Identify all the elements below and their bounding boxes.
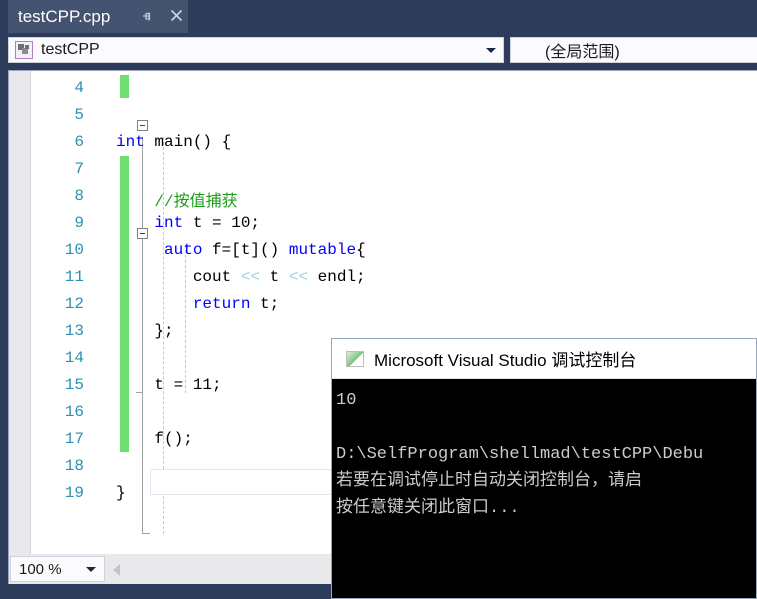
code-token: t = 10; — [183, 214, 261, 232]
code-line-text: auto f=[t]() mutable{ — [116, 241, 366, 259]
code-line-text: cout << t << endl; — [116, 268, 366, 286]
line-number: 18 — [64, 457, 84, 475]
close-icon[interactable] — [168, 7, 185, 24]
line-number: 14 — [64, 349, 84, 367]
code-token: }; — [116, 322, 174, 340]
code-line-text: //按值捕获 — [116, 187, 238, 211]
line-number: 13 — [64, 322, 84, 340]
editor-tab-strip: testCPP.cpp — [0, 0, 757, 33]
zoom-level-dropdown[interactable]: 100 % — [10, 556, 105, 582]
line-number: 12 — [64, 295, 84, 313]
console-line: D:\SelfProgram\shellmad\testCPP\Debu — [336, 445, 704, 464]
project-icon — [15, 41, 33, 59]
indicator-margin — [9, 71, 31, 554]
code-line[interactable]: 11 cout << t << endl; — [32, 264, 757, 291]
code-token: cout — [116, 268, 241, 286]
line-number: 5 — [74, 106, 84, 124]
line-number: 11 — [64, 268, 84, 286]
project-scope-dropdown[interactable]: testCPP — [8, 37, 504, 63]
code-line[interactable]: 9 int t = 10; — [32, 210, 757, 237]
code-line-text: } — [116, 484, 126, 502]
code-line-text: }; — [116, 322, 174, 340]
console-app-icon — [346, 350, 364, 367]
line-number: 15 — [64, 376, 84, 394]
console-title-bar: Microsoft Visual Studio 调试控制台 — [332, 339, 756, 379]
code-line[interactable]: 5 — [32, 102, 757, 129]
code-token: } — [116, 484, 126, 502]
member-scope-dropdown[interactable]: (全局范围) — [510, 37, 757, 63]
code-token: f(); — [116, 430, 193, 448]
code-line[interactable]: 10 auto f=[t]() mutable{ — [32, 237, 757, 264]
code-token: main() { — [144, 133, 232, 151]
code-line[interactable]: 6 int main() { — [32, 129, 757, 156]
member-scope-value: (全局范围) — [545, 44, 620, 61]
code-token: << — [240, 268, 261, 286]
line-number: 8 — [74, 187, 84, 205]
line-number: 10 — [64, 241, 84, 259]
debug-console-window[interactable]: Microsoft Visual Studio 调试控制台 10 D:\Self… — [331, 338, 757, 599]
zoom-level-value: 100 % — [19, 560, 62, 578]
code-line-text: t = 11; — [116, 376, 222, 394]
console-line: 10 — [336, 391, 357, 410]
pin-icon[interactable] — [140, 9, 155, 24]
console-title-text: Microsoft Visual Studio 调试控制台 — [374, 351, 637, 370]
line-number: 7 — [74, 160, 84, 178]
console-output: 10 D:\SelfProgram\shellmad\testCPP\Debu 若… — [332, 379, 756, 598]
code-token: t; — [250, 295, 280, 313]
code-token: << — [288, 268, 309, 286]
scroll-left-arrow-icon[interactable] — [113, 564, 120, 576]
chevron-down-icon[interactable] — [486, 48, 496, 53]
code-token: return — [192, 295, 251, 313]
line-number: 4 — [74, 79, 84, 97]
code-line-text: f(); — [116, 430, 193, 448]
code-token: f=[t]() — [202, 241, 289, 259]
code-line[interactable]: 7 — [32, 156, 757, 183]
line-number: 9 — [74, 214, 84, 232]
line-number: 17 — [64, 430, 84, 448]
code-token: int — [154, 214, 184, 232]
code-line[interactable]: 4 — [32, 75, 757, 102]
navigation-bar: testCPP (全局范围) — [0, 33, 757, 66]
code-line[interactable]: 12 return t; — [32, 291, 757, 318]
code-line[interactable]: 8 //按值捕获 — [32, 183, 757, 211]
code-line-text: int main() { — [116, 133, 231, 151]
code-token: //按值捕获 — [116, 193, 238, 211]
code-token: t — [260, 268, 289, 286]
code-token: t = 11; — [116, 376, 222, 394]
fold-guide-foot — [142, 533, 150, 534]
code-line-text: int t = 10; — [116, 214, 260, 232]
console-line: 若要在调试停止时自动关闭控制台，请启 — [336, 472, 642, 491]
line-number: 16 — [64, 403, 84, 421]
editor-tab-testcpp-cpp[interactable]: testCPP.cpp — [8, 0, 188, 33]
code-token: mutable — [288, 241, 357, 259]
code-token: auto — [164, 241, 203, 259]
console-line: 按任意键关闭此窗口... — [336, 499, 520, 518]
line-number: 19 — [64, 484, 84, 502]
visual-studio-window: testCPP.cpp testCPP (全局范围) 4 5 6 int mai… — [0, 0, 757, 599]
line-number: 6 — [74, 133, 84, 151]
code-line-text: return t; — [116, 295, 279, 313]
chevron-down-icon[interactable] — [86, 567, 96, 572]
code-token: endl; — [308, 268, 366, 286]
code-token: { — [356, 241, 366, 259]
project-scope-value: testCPP — [41, 41, 100, 58]
editor-tab-label: testCPP.cpp — [18, 6, 111, 26]
code-token: int — [116, 133, 145, 151]
